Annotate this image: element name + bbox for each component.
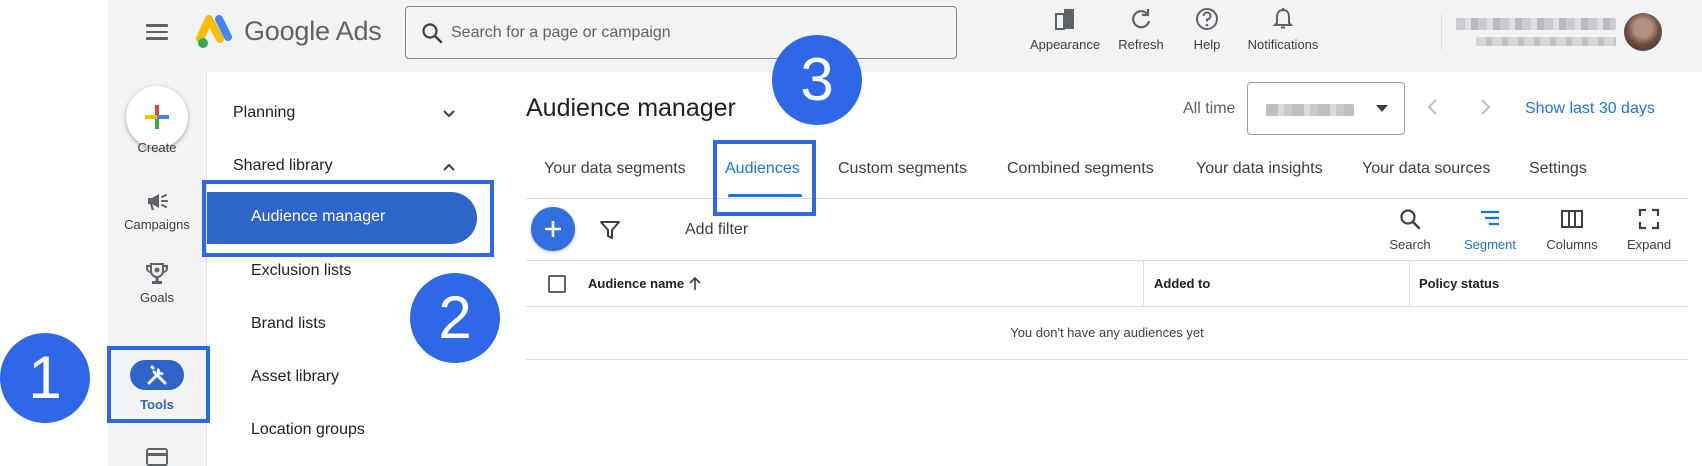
campaigns-label[interactable]: Campaigns: [108, 217, 206, 232]
refresh-label: Refresh: [1118, 37, 1164, 52]
search-box[interactable]: [405, 6, 957, 59]
help-button[interactable]: Help: [1180, 6, 1234, 56]
search-label: Search: [1389, 237, 1431, 252]
column-policy-status[interactable]: Policy status: [1419, 276, 1499, 291]
billing-card-icon[interactable]: [144, 444, 170, 466]
app-name: Google Ads: [244, 16, 382, 46]
show-last-30-days-link[interactable]: Show last 30 days: [1525, 100, 1655, 118]
nav-item-asset-library[interactable]: Asset library: [251, 368, 339, 386]
callout-badge-2: 2: [410, 273, 500, 363]
callout-badge-3: 3: [772, 35, 862, 125]
callout-highlight-audiences-tab: [713, 140, 816, 216]
appearance-button[interactable]: Appearance: [1025, 6, 1105, 56]
help-icon: [1196, 8, 1218, 30]
help-label: Help: [1193, 37, 1221, 52]
date-range-label: All time: [1183, 100, 1236, 117]
segment-icon: [1481, 210, 1499, 226]
refresh-button[interactable]: Refresh: [1109, 6, 1173, 56]
sort-arrow-up-icon[interactable]: [687, 276, 703, 292]
segment-label: Segment: [1463, 237, 1517, 252]
search-icon: [1400, 209, 1421, 230]
select-all-checkbox[interactable]: [548, 275, 566, 293]
top-bar: Google Ads Appearance Refresh Help: [108, 0, 1702, 72]
plus-icon: [145, 105, 169, 129]
columns-label: Columns: [1546, 237, 1598, 252]
columns-button[interactable]: Columns: [1537, 207, 1607, 252]
notifications-button[interactable]: Notifications: [1238, 6, 1328, 56]
megaphone-icon[interactable]: [144, 188, 170, 214]
column-divider: [1409, 261, 1410, 307]
appearance-icon: [1055, 9, 1074, 30]
nav-section-shared-library[interactable]: Shared library: [233, 157, 333, 175]
tab-your-data-segments[interactable]: Your data segments: [544, 160, 686, 178]
avatar[interactable]: [1624, 13, 1662, 51]
search-icon: [422, 23, 443, 44]
chevron-left-icon[interactable]: [1422, 96, 1444, 118]
date-range-select[interactable]: [1247, 82, 1405, 135]
chevron-up-icon[interactable]: [441, 159, 457, 175]
callout-highlight-tools: [107, 346, 210, 423]
page-title: Audience manager: [526, 94, 736, 122]
nav-section-planning[interactable]: Planning: [233, 104, 295, 122]
nav-item-location-groups[interactable]: Location groups: [251, 421, 365, 439]
account-info[interactable]: [1456, 16, 1616, 50]
expand-label: Expand: [1626, 237, 1672, 252]
expand-icon: [1638, 208, 1660, 230]
hamburger-menu-icon[interactable]: [146, 20, 170, 44]
refresh-icon: [1132, 9, 1151, 29]
add-filter-button[interactable]: Add filter: [685, 221, 748, 239]
sub-navigation: Planning Shared library Audience manager…: [207, 72, 497, 466]
trophy-icon[interactable]: [144, 261, 170, 287]
nav-item-exclusion-lists[interactable]: Exclusion lists: [251, 262, 351, 280]
segment-button[interactable]: Segment: [1455, 207, 1525, 252]
tab-combined-segments[interactable]: Combined segments: [1007, 160, 1154, 178]
google-ads-logo-icon: [196, 15, 232, 48]
chevron-down-icon[interactable]: [441, 106, 457, 122]
top-divider: [1441, 14, 1442, 50]
table-toolbar: Add filter Search Segment Columns Expand: [526, 199, 1688, 261]
create-button[interactable]: [126, 86, 188, 148]
empty-table-message: You don't have any audiences yet: [1010, 325, 1204, 340]
bell-icon: [1272, 8, 1294, 29]
filter-icon[interactable]: [598, 218, 622, 242]
tab-your-data-sources[interactable]: Your data sources: [1362, 160, 1490, 178]
tab-custom-segments[interactable]: Custom segments: [838, 160, 967, 178]
goals-label[interactable]: Goals: [108, 290, 206, 305]
expand-button[interactable]: Expand: [1614, 207, 1684, 252]
columns-icon: [1561, 210, 1583, 228]
audiences-table: Add filter Search Segment Columns Expand…: [526, 198, 1688, 360]
column-divider: [1143, 261, 1144, 307]
notifications-label: Notifications: [1247, 37, 1319, 52]
appearance-label: Appearance: [1029, 37, 1101, 52]
chevron-right-icon[interactable]: [1474, 96, 1496, 118]
column-audience-name[interactable]: Audience name: [588, 276, 684, 291]
create-label: Create: [137, 140, 177, 155]
nav-item-brand-lists[interactable]: Brand lists: [251, 315, 326, 333]
column-added-to[interactable]: Added to: [1154, 276, 1210, 291]
search-button[interactable]: Search: [1375, 207, 1445, 252]
table-header: Audience name Added to Policy status: [526, 261, 1688, 307]
callout-highlight-audience-manager: [202, 180, 494, 257]
tab-settings[interactable]: Settings: [1529, 160, 1587, 178]
tab-bar: Your data segments Audiences Custom segm…: [526, 146, 1688, 198]
tab-your-data-insights[interactable]: Your data insights: [1196, 160, 1323, 178]
add-audience-button[interactable]: [531, 207, 575, 251]
plus-icon: [545, 221, 561, 237]
callout-badge-1: 1: [0, 333, 90, 423]
caret-down-icon: [1376, 105, 1388, 112]
search-input[interactable]: [451, 19, 931, 47]
